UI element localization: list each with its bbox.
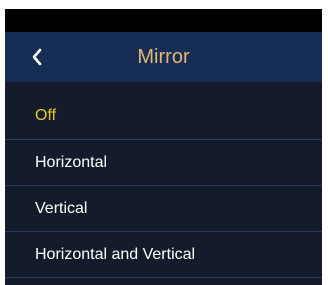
option-off[interactable]: Off xyxy=(5,82,322,140)
status-bar xyxy=(5,9,322,32)
page-title: Mirror xyxy=(137,46,190,68)
option-label: Horizontal xyxy=(35,153,108,171)
header-bar: Mirror xyxy=(5,32,322,82)
option-label: Vertical xyxy=(35,199,88,217)
option-label: Off xyxy=(35,106,57,124)
option-vertical[interactable]: Vertical xyxy=(5,186,322,232)
mirror-settings-screen: Mirror Off Horizontal Vertical Horizonta… xyxy=(5,9,322,285)
option-horizontal-and-vertical[interactable]: Horizontal and Vertical xyxy=(5,232,322,278)
option-label: Horizontal and Vertical xyxy=(35,245,196,263)
mirror-options-list: Off Horizontal Vertical Horizontal and V… xyxy=(5,82,322,278)
option-horizontal[interactable]: Horizontal xyxy=(5,140,322,186)
